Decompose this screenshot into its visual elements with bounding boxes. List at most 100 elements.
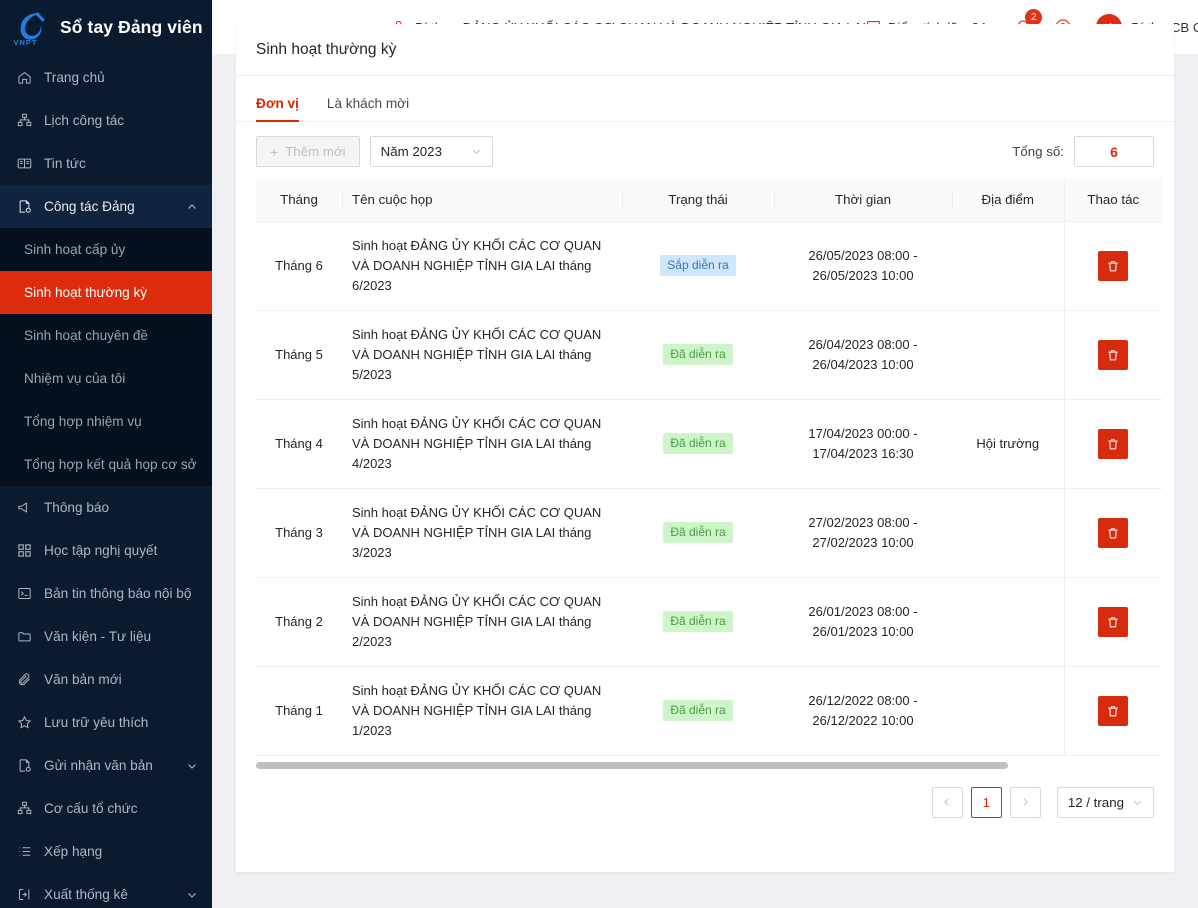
trash-icon <box>1108 527 1118 538</box>
sidebar: VNPT Sổ tay Đảng viên Trang chủ Lịch côn… <box>0 0 212 908</box>
content-card: Sinh hoạt thường kỳ Đơn vị Là khách mời … <box>236 24 1174 872</box>
page-size-select[interactable]: 12 / trang <box>1056 786 1154 818</box>
cell-actions <box>1063 221 1162 311</box>
sidebar-subitem-tong-hop-ket-qua-hop-co-so[interactable]: Tổng hợp kết quả họp cơ sở <box>0 443 212 486</box>
sidebar-subitem-label: Tổng hợp nhiệm vụ <box>24 414 142 429</box>
sidebar-subitem-sinh-hoat-cap-uy[interactable]: Sinh hoạt cấp ủy <box>0 228 212 271</box>
cell-name: Sinh hoạt ĐẢNG ỦY KHỐI CÁC CƠ QUAN VÀ DO… <box>342 310 622 400</box>
trash-icon <box>1108 260 1118 271</box>
tab-la-khach-moi[interactable]: Là khách mời <box>327 96 409 121</box>
sidebar-item-thong-bao[interactable]: Thông báo <box>0 486 212 529</box>
trash-icon <box>1108 616 1118 627</box>
cell-status: Sắp diễn ra <box>622 221 774 311</box>
tab-label: Là khách mời <box>326 96 410 111</box>
add-new-label: Thêm mới <box>285 144 346 159</box>
trash-icon <box>1108 705 1118 716</box>
sidebar-item-label: Lưu trữ yêu thích <box>44 715 149 730</box>
cell-place: Hội trường <box>952 399 1064 489</box>
cell-place <box>952 488 1064 578</box>
delete-button[interactable] <box>1098 695 1129 726</box>
cell-name: Sinh hoạt ĐẢNG ỦY KHỐI CÁC CƠ QUAN VÀ DO… <box>342 577 622 667</box>
time-start: 27/02/2023 08:00 - <box>808 514 918 530</box>
cell-actions <box>1063 399 1162 489</box>
sidebar-item-xep-hang[interactable]: Xếp hạng <box>0 830 212 873</box>
page-1-button[interactable]: 1 <box>970 786 1002 818</box>
table-row[interactable]: Tháng 1 Sinh hoạt ĐẢNG ỦY KHỐI CÁC CƠ QU… <box>256 666 1162 756</box>
sidebar-submenu-cong-tac-dang: Sinh hoạt cấp ủy Sinh hoạt thường kỳ Sin… <box>0 228 212 486</box>
table-row[interactable]: Tháng 2 Sinh hoạt ĐẢNG ỦY KHỐI CÁC CƠ QU… <box>256 577 1162 667</box>
sidebar-item-co-cau-to-chuc[interactable]: Cơ cấu tổ chức <box>0 787 212 830</box>
vnpt-logo-icon: VNPT <box>12 7 50 47</box>
delete-button[interactable] <box>1098 517 1129 548</box>
year-select[interactable]: Năm 2023 <box>369 136 493 167</box>
sidebar-item-ban-tin-thong-bao-noi-bo[interactable]: Bản tin thông báo nội bộ <box>0 572 212 615</box>
sidebar-subitem-sinh-hoat-chuyen-de[interactable]: Sinh hoạt chuyên đề <box>0 314 212 357</box>
chevron-right-icon <box>1023 798 1029 806</box>
time-start: 26/04/2023 08:00 - <box>808 336 918 352</box>
sidebar-item-van-kien-tu-lieu[interactable]: Văn kiện - Tư liệu <box>0 615 212 658</box>
cell-month: Tháng 2 <box>256 577 342 667</box>
send-doc-icon <box>16 758 32 774</box>
sidebar-subitem-label: Nhiệm vụ của tôi <box>24 371 126 386</box>
cell-month: Tháng 4 <box>256 399 342 489</box>
table-header-row: Tháng Tên cuộc họp Trạng thái Thời gian … <box>256 179 1162 222</box>
table-row[interactable]: Tháng 4 Sinh hoạt ĐẢNG ỦY KHỐI CÁC CƠ QU… <box>256 399 1162 489</box>
status-badge: Đã diễn ra <box>663 344 733 365</box>
sidebar-subitem-tong-hop-nhiem-vu[interactable]: Tổng hợp nhiệm vụ <box>0 400 212 443</box>
time-start: 26/01/2023 08:00 - <box>808 603 918 619</box>
delete-button[interactable] <box>1098 428 1129 459</box>
sidebar-subitem-label: Sinh hoạt chuyên đề <box>24 328 148 343</box>
table-header: Tháng Tên cuộc họp Trạng thái Thời gian … <box>256 179 1162 222</box>
table-row[interactable]: Tháng 6 Sinh hoạt ĐẢNG ỦY KHỐI CÁC CƠ QU… <box>256 221 1162 311</box>
sidebar-item-van-ban-moi[interactable]: Văn bản mới <box>0 658 212 701</box>
trash-icon <box>1108 349 1118 360</box>
cell-place <box>952 666 1064 756</box>
cell-place <box>952 577 1064 667</box>
horizontal-scrollbar[interactable] <box>256 761 1008 769</box>
tab-don-vi[interactable]: Đơn vị <box>256 96 299 122</box>
sidebar-subitem-nhiem-vu-cua-toi[interactable]: Nhiệm vụ của tôi <box>0 357 212 400</box>
time-start: 17/04/2023 00:00 - <box>808 425 918 441</box>
sidebar-item-label: Bản tin thông báo nội bộ <box>44 586 192 601</box>
time-end: 26/01/2023 10:00 <box>812 623 914 639</box>
cell-place <box>952 310 1064 400</box>
table-row[interactable]: Tháng 3 Sinh hoạt ĐẢNG ỦY KHỐI CÁC CƠ QU… <box>256 488 1162 578</box>
cell-month: Tháng 6 <box>256 221 342 311</box>
sidebar-subitem-sinh-hoat-thuong-ky[interactable]: Sinh hoạt thường kỳ <box>0 271 212 314</box>
delete-button[interactable] <box>1098 606 1129 637</box>
chevron-left-icon <box>944 798 949 806</box>
table-row[interactable]: Tháng 5 Sinh hoạt ĐẢNG ỦY KHỐI CÁC CƠ QU… <box>256 310 1162 400</box>
total-value: 6 <box>1074 136 1154 167</box>
sidebar-item-hoc-tap-nghi-quyet[interactable]: Học tập nghị quyết <box>0 529 212 572</box>
total-label: Tổng số: <box>1012 144 1064 159</box>
brand[interactable]: VNPT Sổ tay Đảng viên <box>0 0 212 54</box>
sidebar-item-label: Xếp hạng <box>44 844 103 859</box>
delete-button[interactable] <box>1098 250 1129 281</box>
sidebar-item-label: Xuất thống kê <box>44 887 128 902</box>
sidebar-item-xuat-thong-ke[interactable]: Xuất thống kê <box>0 873 212 908</box>
prev-page-button[interactable] <box>931 786 963 818</box>
sidebar-item-trang-chu[interactable]: Trang chủ <box>0 56 212 99</box>
column-header-thao-tac: Thao tác <box>1063 179 1162 222</box>
sidebar-item-luu-tru-yeu-thich[interactable]: Lưu trữ yêu thích <box>0 701 212 744</box>
grid-icon <box>16 543 32 559</box>
next-page-button[interactable] <box>1009 786 1041 818</box>
plus-icon: + <box>270 143 279 160</box>
export-icon <box>16 887 32 903</box>
svg-text:VNPT: VNPT <box>14 38 38 47</box>
cell-actions <box>1063 310 1162 400</box>
cell-time: 27/02/2023 08:00 - 27/02/2023 10:00 <box>774 488 952 578</box>
sidebar-subitem-label: Sinh hoạt thường kỳ <box>24 285 148 300</box>
party-work-icon <box>16 199 32 215</box>
sidebar-item-tin-tuc[interactable]: Tin tức <box>0 142 212 185</box>
sidebar-item-gui-nhan-van-ban[interactable]: Gửi nhận văn bản <box>0 744 212 787</box>
status-badge: Đã diễn ra <box>663 700 733 721</box>
status-badge: Đã diễn ra <box>663 433 733 454</box>
sidebar-item-lich-cong-tac[interactable]: Lịch công tác <box>0 99 212 142</box>
year-select-value: Năm 2023 <box>380 144 442 159</box>
add-new-button[interactable]: + Thêm mới <box>256 136 360 167</box>
column-header-dia-diem: Địa điểm <box>952 179 1064 222</box>
delete-button[interactable] <box>1098 339 1129 370</box>
cell-time: 26/01/2023 08:00 - 26/01/2023 10:00 <box>774 577 952 667</box>
sidebar-item-cong-tac-dang[interactable]: Công tác Đảng <box>0 185 212 228</box>
